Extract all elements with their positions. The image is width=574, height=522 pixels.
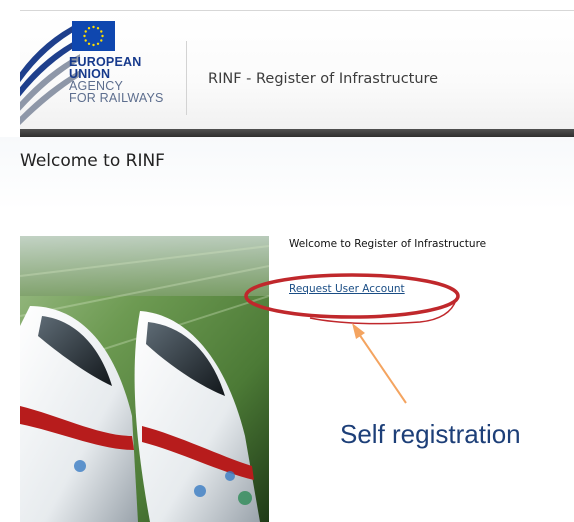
page-title: Welcome to RINF — [20, 151, 165, 171]
header: EUROPEAN UNION AGENCY FOR RAILWAYS RINF … — [20, 11, 574, 129]
agency-line-4: FOR RAILWAYS — [69, 91, 164, 105]
annotation-arrow-head — [352, 323, 365, 339]
agency-logo: EUROPEAN UNION AGENCY FOR RAILWAYS — [20, 11, 185, 129]
header-bottom-bar — [20, 129, 574, 137]
welcome-text: Welcome to Register of Infrastructure — [289, 238, 487, 250]
annotation-label: Self registration — [340, 419, 521, 449]
eu-flag-icon — [72, 21, 115, 51]
header-divider — [186, 41, 187, 115]
highlight-ellipse — [244, 273, 460, 319]
app-title: RINF - Register of Infrastructure — [208, 71, 439, 87]
highlight-scribble — [309, 299, 457, 325]
agency-name: EUROPEAN UNION AGENCY FOR RAILWAYS — [69, 56, 189, 105]
annotation-arrow-shaft — [358, 333, 407, 404]
high-speed-train-image — [20, 236, 269, 522]
request-user-account-link[interactable]: Request User Account — [289, 283, 405, 295]
welcome-band: Welcome to RINF — [0, 137, 574, 210]
